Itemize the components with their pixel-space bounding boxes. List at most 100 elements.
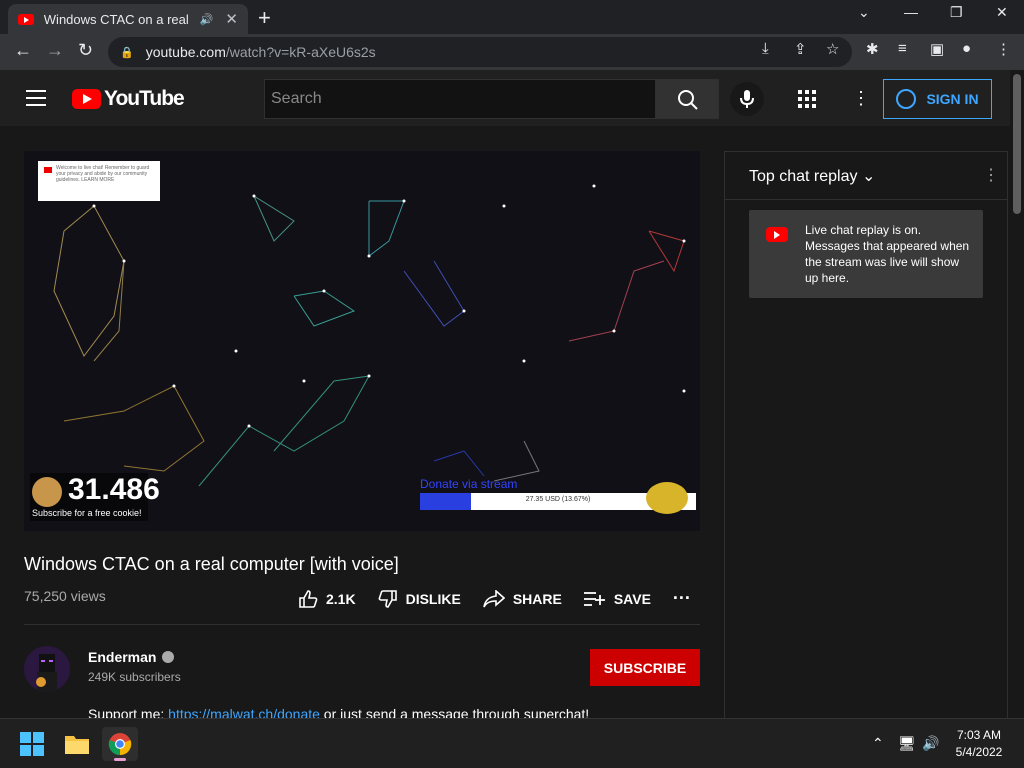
share-arrow-icon	[483, 589, 505, 607]
start-button[interactable]	[14, 727, 50, 761]
video-title: Windows CTAC on a real computer [with vo…	[24, 554, 399, 574]
hamburger-menu-icon[interactable]	[26, 90, 46, 106]
active-indicator	[114, 758, 126, 761]
settings-more-icon[interactable]: ⋮	[852, 88, 870, 109]
channel-name-row[interactable]: Enderman	[88, 649, 175, 665]
close-tab-icon[interactable]: ✕	[225, 10, 238, 28]
clock-time: 7:03 AM	[956, 728, 1002, 742]
folder-icon	[65, 736, 89, 754]
chrome-taskbar-button[interactable]	[102, 727, 138, 761]
chevron-down-icon: ⌄	[861, 168, 876, 185]
sign-in-button[interactable]: SIGN IN	[883, 79, 992, 119]
chat-welcome-overlay: Welcome to live chat! Remember to guard …	[38, 161, 160, 201]
search-button[interactable]	[655, 79, 719, 119]
clock-date: 5/4/2022	[955, 745, 1003, 759]
view-count: 75,250 views	[24, 588, 106, 604]
chat-mode-dropdown[interactable]: Top chat replay ⌄	[749, 168, 875, 185]
search-input[interactable]: Search	[264, 79, 656, 119]
youtube-play-icon	[72, 89, 101, 109]
like-button[interactable]: 2.1K	[298, 589, 356, 609]
divider	[24, 624, 700, 625]
sign-in-label: SIGN IN	[926, 91, 979, 107]
subscribe-button[interactable]: SUBSCRIBE	[590, 649, 700, 686]
logo-text: YouTube	[104, 87, 185, 110]
volume-icon[interactable]: 🔊	[922, 735, 939, 752]
enderman-avatar-icon	[36, 654, 57, 692]
playlist-add-icon	[583, 591, 605, 606]
subscriber-count: 249K subscribers	[88, 670, 181, 684]
windows-taskbar: ⌃ 🖥 🔊 7:03 AM 5/4/2022	[0, 718, 1024, 768]
url-path: /watch?v=kR-aXeU6s2s	[225, 44, 376, 60]
address-bar[interactable]: 🔒 youtube.com/watch?v=kR-aXeU6s2s	[108, 37, 852, 67]
thumbs-up-icon	[299, 589, 318, 608]
cookie-count: 31.486	[68, 473, 160, 506]
chat-header: Top chat replay ⌄ ⋮	[725, 152, 1007, 200]
emote-icon	[646, 482, 688, 514]
cookie-icon	[32, 477, 62, 507]
lock-icon[interactable]: 🔒	[120, 46, 134, 59]
voice-search-button[interactable]	[730, 82, 764, 116]
video-actions: 2.1K DISLIKE SHARE SAVE ···	[298, 588, 713, 609]
system-clock[interactable]: 7:03 AM 5/4/2022	[944, 727, 1014, 761]
reload-icon[interactable]: ↻	[78, 40, 93, 61]
donate-label: Donate via stream	[420, 477, 518, 491]
account-icon	[896, 89, 917, 109]
youtube-favicon-icon	[18, 13, 34, 25]
chat-replay-banner: Live chat replay is on. Messages that ap…	[749, 210, 983, 298]
scrollbar-thumb[interactable]	[1013, 74, 1021, 214]
minimize-button[interactable]: —	[904, 4, 918, 20]
youtube-icon	[766, 227, 788, 242]
browser-tab[interactable]: Windows CTAC on a real computer [with vo…	[8, 4, 248, 34]
chat-mode-label: Top chat replay	[749, 168, 858, 185]
browser-menu-icon[interactable]: ⋮	[996, 40, 1011, 58]
close-window-button[interactable]: ✕	[996, 4, 1008, 21]
reading-list-icon[interactable]: ≡	[898, 40, 907, 57]
browser-tabbar: Windows CTAC on a real computer [with vo…	[0, 0, 1024, 34]
video-player[interactable]: Welcome to live chat! Remember to guard …	[24, 151, 700, 531]
share-button[interactable]: SHARE	[483, 589, 562, 608]
cookie-subtext: Subscribe for a free cookie!	[32, 508, 142, 518]
dislike-button[interactable]: DISLIKE	[378, 589, 461, 609]
like-count: 2.1K	[326, 590, 356, 607]
microphone-icon	[740, 90, 754, 108]
restore-button[interactable]: ❐	[950, 4, 963, 21]
save-label: SAVE	[613, 590, 651, 607]
show-hidden-icons-chevron-icon[interactable]: ⌃	[872, 735, 884, 752]
channel-avatar[interactable]	[24, 646, 70, 692]
network-icon[interactable]: 🖥	[898, 735, 916, 752]
tab-search-icon[interactable]: ⌄	[858, 4, 870, 21]
extensions-icon[interactable]: ✱	[866, 40, 879, 58]
watch-page: Welcome to live chat! Remember to guard …	[0, 126, 1024, 722]
youtube-logo[interactable]: YouTube	[72, 87, 185, 111]
page-scrollbar[interactable]	[1010, 70, 1024, 718]
chrome-icon	[108, 733, 132, 756]
share-page-icon[interactable]: ⇪	[794, 40, 807, 58]
channel-name: Enderman	[88, 649, 157, 665]
live-chat-panel: Top chat replay ⌄ ⋮ Live chat replay is …	[724, 151, 1008, 718]
save-button[interactable]: SAVE	[583, 590, 651, 607]
dislike-label: DISLIKE	[405, 590, 461, 607]
profile-icon[interactable]: ●	[962, 40, 971, 57]
search-icon	[678, 90, 698, 110]
youtube-header: YouTube Search ⋮ SIGN IN	[0, 70, 1024, 126]
thumbs-down-icon	[378, 589, 397, 608]
share-label: SHARE	[512, 590, 562, 607]
url-host: youtube.com	[145, 44, 226, 60]
browser-toolbar: ← → ↻ 🔒 youtube.com/watch?v=kR-aXeU6s2s …	[0, 34, 1024, 70]
windows-logo-icon	[20, 732, 44, 756]
more-actions-button[interactable]: ···	[673, 588, 691, 609]
chat-more-icon[interactable]: ⋮	[983, 165, 999, 185]
back-icon[interactable]: ←	[14, 40, 32, 61]
new-tab-button[interactable]: +	[258, 5, 271, 31]
apps-grid-icon[interactable]	[798, 90, 816, 113]
speaker-icon[interactable]: 🔊	[200, 13, 214, 26]
install-icon[interactable]: ⤓	[762, 40, 769, 57]
side-panel-icon[interactable]: ▣	[930, 40, 944, 58]
bookmark-star-icon[interactable]: ☆	[826, 40, 839, 58]
chat-replay-text: Live chat replay is on. Messages that ap…	[805, 223, 970, 285]
verified-check-icon	[162, 651, 175, 663]
tab-title: Windows CTAC on a real computer [with vo…	[43, 11, 192, 27]
file-explorer-button[interactable]	[59, 727, 95, 761]
cookie-counter: 31.486 Subscribe for a free cookie!	[30, 473, 160, 521]
forward-icon[interactable]: →	[46, 40, 64, 61]
